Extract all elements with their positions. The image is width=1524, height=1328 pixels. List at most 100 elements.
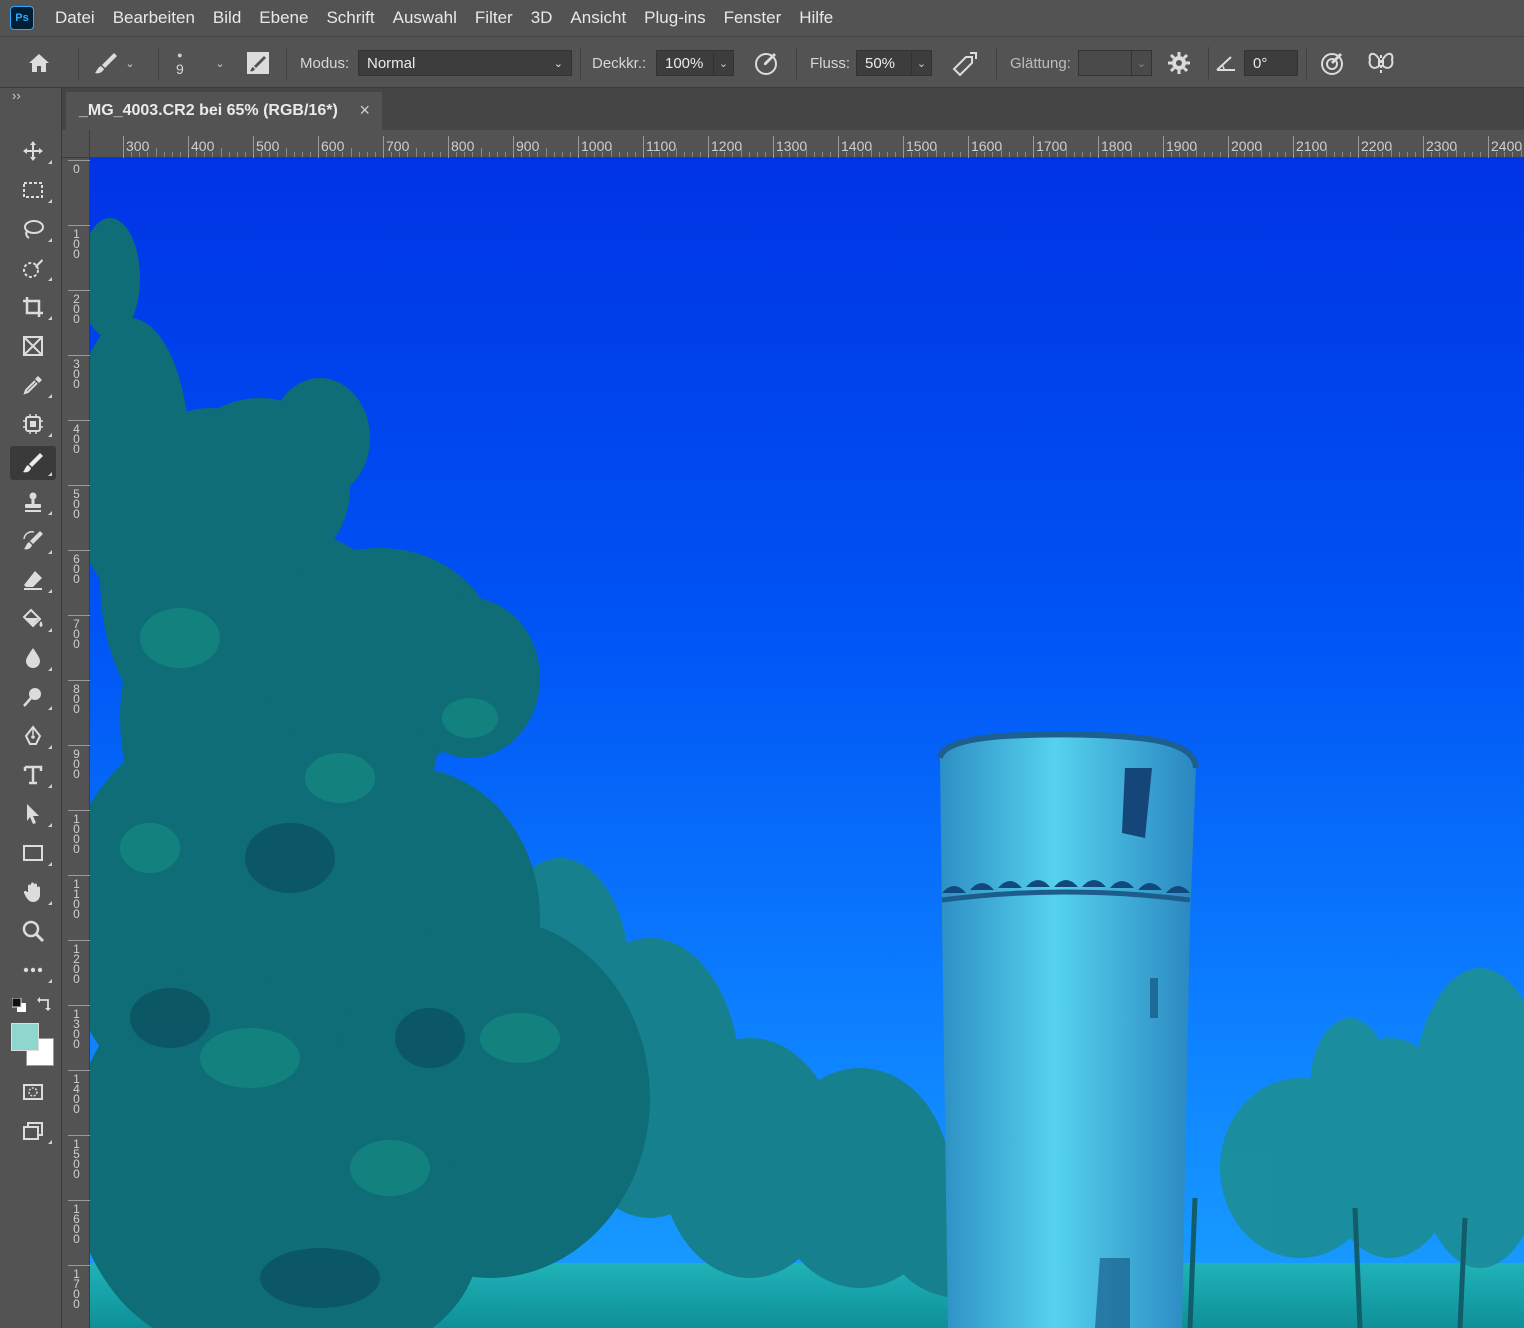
ruler-minor-tick	[651, 152, 653, 157]
ruler-minor-tick	[1301, 152, 1303, 157]
zoom-tool[interactable]	[10, 914, 56, 948]
brush-size-picker[interactable]: ● 9	[176, 37, 184, 89]
eyedropper-tool[interactable]	[10, 368, 56, 402]
pen-pressure-icon	[755, 53, 777, 75]
frame-tool[interactable]	[10, 329, 56, 363]
ruler-major-tick	[383, 136, 384, 158]
document-canvas[interactable]	[90, 158, 1524, 1328]
ruler-minor-tick	[1471, 152, 1473, 157]
ruler-major-tick	[1163, 136, 1164, 158]
type-tool[interactable]	[10, 758, 56, 792]
ruler-minor-tick	[431, 152, 433, 157]
crop-icon	[23, 297, 43, 317]
marquee-tool[interactable]	[10, 173, 56, 207]
hand-tool[interactable]	[10, 875, 56, 909]
brush-size-dropdown[interactable]: ⌄	[210, 37, 230, 89]
rectangle-tool[interactable]	[10, 836, 56, 870]
mode-value: Normal	[367, 54, 416, 72]
angle-input[interactable]: 0°	[1244, 37, 1298, 89]
close-icon[interactable]: ×	[359, 100, 370, 121]
ruler-minor-tick	[1520, 148, 1522, 157]
ruler-minor-tick	[1382, 152, 1384, 157]
menu-filter[interactable]: Filter	[466, 0, 522, 36]
mode-select[interactable]: Normal ⌄	[358, 37, 572, 89]
menu-hilfe[interactable]: Hilfe	[790, 0, 842, 36]
menu-fenster[interactable]: Fenster	[715, 0, 791, 36]
angle-value: 0°	[1253, 54, 1268, 72]
opacity-value: 100%	[665, 54, 704, 72]
ruler-minor-tick	[1406, 152, 1408, 157]
collapse-panel-button[interactable]: ››	[12, 88, 21, 103]
ruler-minor-tick	[1171, 152, 1173, 157]
swap-colors-button[interactable]	[36, 996, 52, 1012]
pen-tool[interactable]	[10, 719, 56, 753]
menu-ebene[interactable]: Ebene	[250, 0, 317, 36]
tools-panel: ››	[0, 88, 62, 1328]
ruler-minor-tick	[951, 152, 953, 157]
opacity-input[interactable]: 100% ⌄	[656, 37, 734, 89]
ruler-major-tick	[68, 420, 90, 421]
ruler-label: 400	[73, 422, 80, 456]
ruler-major-tick	[68, 745, 90, 746]
chevron-down-icon: ⌄	[1132, 50, 1152, 76]
brush-tool[interactable]	[10, 446, 56, 480]
ruler-major-tick	[68, 290, 90, 291]
dodge-tool[interactable]	[10, 680, 56, 714]
edit-toolbar-button[interactable]	[10, 953, 56, 987]
menu-ansicht[interactable]: Ansicht	[561, 0, 635, 36]
move-tool[interactable]	[10, 134, 56, 168]
pressure-opacity-button[interactable]	[752, 37, 780, 89]
screen-mode-button[interactable]	[10, 1114, 56, 1148]
flow-input[interactable]: 50% ⌄	[856, 37, 932, 89]
blur-tool[interactable]	[10, 641, 56, 675]
quick-selection-tool[interactable]	[10, 251, 56, 285]
menu-3d[interactable]: 3D	[522, 0, 562, 36]
menu-plugins[interactable]: Plug-ins	[635, 0, 714, 36]
menu-datei[interactable]: Datei	[46, 0, 104, 36]
ruler-minor-tick	[691, 152, 693, 157]
history-brush-tool[interactable]	[10, 524, 56, 558]
paint-bucket-tool[interactable]	[10, 602, 56, 636]
ruler-major-tick	[68, 355, 90, 356]
opacity-label: Deckkr.:	[592, 54, 647, 72]
menu-bild[interactable]: Bild	[204, 0, 250, 36]
rectangular-marquee-icon	[23, 182, 43, 198]
ruler-minor-tick	[415, 148, 417, 157]
foreground-color-swatch[interactable]	[11, 1023, 39, 1051]
ruler-minor-tick	[139, 152, 141, 157]
ruler-minor-tick	[1211, 152, 1213, 157]
path-selection-tool[interactable]	[10, 797, 56, 831]
menu-schrift[interactable]: Schrift	[317, 0, 383, 36]
ruler-major-tick	[68, 1135, 90, 1136]
airbrush-button[interactable]	[950, 37, 980, 89]
ruler-minor-tick	[1276, 152, 1278, 157]
horizontal-ruler[interactable]: 300 400 500 600 700 800 900 1000 1100 1200 1300 140…	[62, 130, 1524, 158]
eraser-tool[interactable]	[10, 563, 56, 597]
lasso-tool[interactable]	[10, 212, 56, 246]
default-colors-button[interactable]	[11, 997, 26, 1012]
ruler-major-tick	[188, 136, 189, 158]
ruler-minor-tick	[1447, 152, 1449, 157]
menu-bearbeiten[interactable]: Bearbeiten	[104, 0, 204, 36]
pressure-size-button[interactable]	[1318, 37, 1346, 89]
symmetry-button[interactable]	[1366, 37, 1396, 89]
ruler-origin[interactable]	[62, 130, 90, 158]
document-tab[interactable]: _MG_4003.CR2 bei 65% (RGB/16*) ×	[66, 92, 382, 130]
crop-tool[interactable]	[10, 290, 56, 324]
ruler-minor-tick	[561, 152, 563, 157]
ruler-minor-tick	[764, 152, 766, 157]
smoothing-settings-button[interactable]	[1166, 37, 1192, 89]
ruler-minor-tick	[992, 152, 994, 157]
quick-mask-button[interactable]	[10, 1075, 56, 1109]
vertical-ruler[interactable]: 0 100 200 300 400 500 600 700 800 900 1000 1100 1200…	[62, 158, 90, 1328]
tool-preset-picker[interactable]: ⌄	[92, 37, 140, 89]
home-button[interactable]	[26, 37, 52, 89]
brush-settings-toggle[interactable]	[244, 37, 272, 89]
healing-brush-tool[interactable]	[10, 407, 56, 441]
smoothing-input[interactable]: ⌄	[1078, 37, 1152, 89]
ruler-minor-tick	[537, 152, 539, 157]
ruler-minor-tick	[862, 152, 864, 157]
menu-auswahl[interactable]: Auswahl	[384, 0, 466, 36]
ruler-minor-tick	[878, 152, 880, 157]
clone-stamp-tool[interactable]	[10, 485, 56, 519]
